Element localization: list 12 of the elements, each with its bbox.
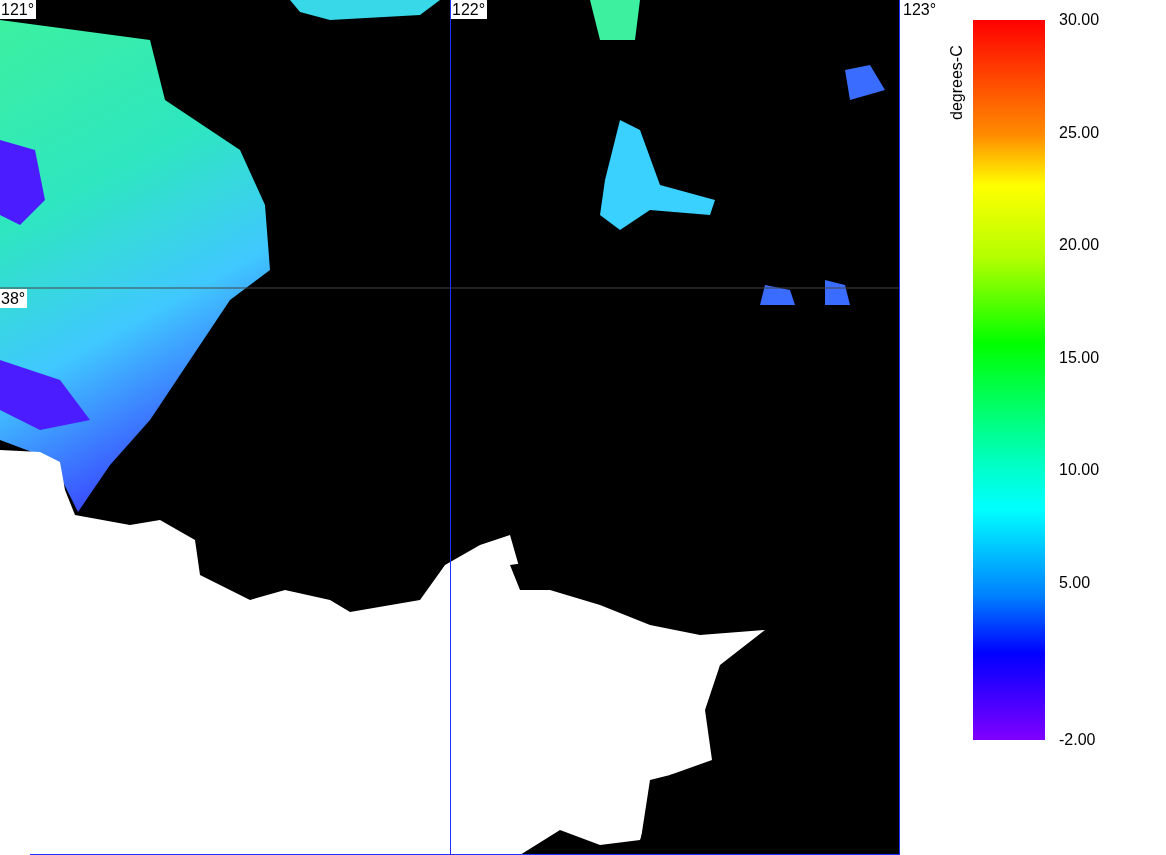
longitude-label: 123° <box>902 0 938 19</box>
longitude-label: 121° <box>0 0 37 19</box>
colorbar-title: degrees-C <box>947 44 966 120</box>
longitude-label: 122° <box>451 0 488 19</box>
scale-tick-label: 20.00 <box>1059 235 1100 255</box>
latitude-label: 38° <box>0 289 28 308</box>
scale-tick-label: 10.00 <box>1059 460 1100 480</box>
scale-tick-label: 30.00 <box>1059 10 1100 30</box>
scale-tick-label: 15.00 <box>1059 347 1100 368</box>
scale-tick-label: 5.00 <box>1059 572 1092 593</box>
scale-tick-label: -2.00 <box>1059 730 1097 750</box>
scale-tick-label: 25.00 <box>1059 122 1100 143</box>
